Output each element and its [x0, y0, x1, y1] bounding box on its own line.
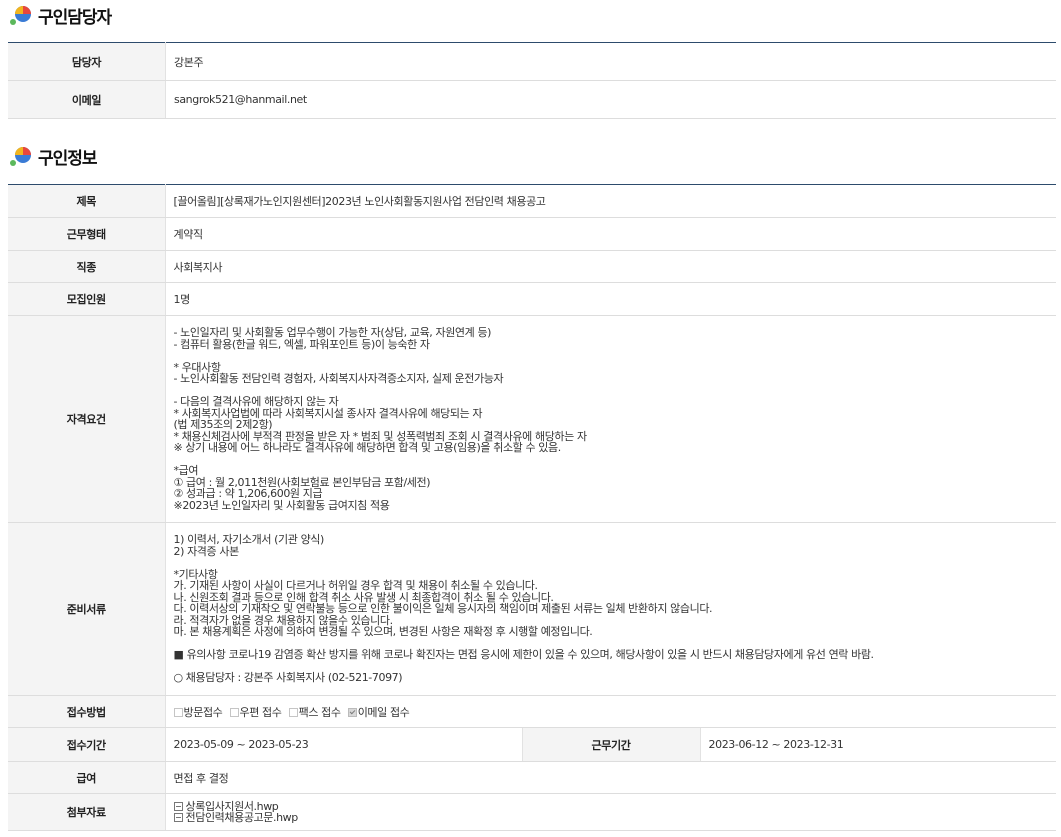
- method-option-mail[interactable]: 우편 접수: [229, 706, 282, 719]
- application-period: 2023-05-09 ~ 2023-05-23: [165, 727, 522, 762]
- table-row: 직종 사회복지사: [8, 250, 1057, 283]
- table-row: 첨부자료 상록입사지원서.hwp 전담인력채용공고문.hwp: [8, 793, 1057, 831]
- employment-type: 계약직: [165, 217, 1057, 251]
- manager-name: 강본주: [165, 42, 1056, 81]
- qualifications-text: - 노인일자리 및 사회활동 업무수행이 가능한 자(상담, 교육, 자원연계 …: [165, 315, 1057, 523]
- salary: 면접 후 결정: [165, 761, 1057, 794]
- manager-email: sangrok521@hanmail.net: [165, 80, 1056, 119]
- method-option-visit[interactable]: 방문접수: [173, 706, 223, 719]
- row-label: 제목: [8, 184, 166, 218]
- recruiter-table: 담당자 강본주 이메일 sangrok521@hanmail.net: [8, 42, 1056, 119]
- row-label: 모집인원: [8, 282, 166, 316]
- row-label: 접수기간: [8, 727, 166, 762]
- section-logo-icon: [10, 147, 31, 166]
- row-label: 근무기간: [521, 727, 701, 762]
- row-label: 담당자: [8, 42, 166, 81]
- checkbox-icon: [173, 707, 183, 717]
- row-label: 자격요건: [8, 315, 166, 523]
- table-row: 접수기간 2023-05-09 ~ 2023-05-23 근무기간 2023-0…: [8, 727, 1057, 762]
- method-option-email[interactable]: 이메일 접수: [347, 706, 410, 719]
- table-row: 자격요건 - 노인일자리 및 사회활동 업무수행이 가능한 자(상담, 교육, …: [8, 315, 1057, 523]
- occupation: 사회복지사: [165, 250, 1057, 283]
- table-row: 접수방법 방문접수 우편 접수 팩스 접수 이메일 접수: [8, 695, 1057, 728]
- table-row: 급여 면접 후 결정: [8, 761, 1057, 794]
- headcount: 1명: [165, 282, 1057, 316]
- job-info-table: 제목 [끌어올림][상록재가노인지원센터]2023년 노인사회활동지원사업 전담…: [8, 184, 1057, 831]
- row-label: 접수방법: [8, 695, 166, 728]
- file-icon: [173, 813, 183, 822]
- job-title: [끌어올림][상록재가노인지원센터]2023년 노인사회활동지원사업 전담인력 …: [165, 184, 1057, 218]
- row-label: 첨부자료: [8, 793, 166, 831]
- attachments-cell: 상록입사지원서.hwp 전담인력채용공고문.hwp: [165, 793, 1057, 831]
- section-title-text: 구인정보: [38, 148, 98, 169]
- checkbox-icon: [229, 707, 239, 717]
- attachment-link[interactable]: 전담인력채용공고문.hwp: [173, 812, 1057, 823]
- checkbox-icon: [288, 707, 298, 717]
- documents-text: 1) 이력서, 자기소개서 (기관 양식) 2) 자격증 사본 *기타사항 가.…: [165, 522, 1057, 696]
- section-logo-icon: [10, 6, 31, 25]
- method-option-fax[interactable]: 팩스 접수: [288, 706, 341, 719]
- checkbox-checked-icon: [347, 707, 357, 717]
- application-method-options: 방문접수 우편 접수 팩스 접수 이메일 접수: [165, 695, 1057, 728]
- table-row: 이메일 sangrok521@hanmail.net: [8, 80, 1056, 119]
- page: 구인담당자 담당자 강본주 이메일 sangrok521@hanmail.net…: [0, 0, 1061, 837]
- table-row: 준비서류 1) 이력서, 자기소개서 (기관 양식) 2) 자격증 사본 *기타…: [8, 522, 1057, 696]
- recruiter-section-title: 구인담당자: [8, 2, 112, 28]
- file-icon: [173, 802, 183, 811]
- table-row: 담당자 강본주: [8, 42, 1056, 81]
- row-label: 직종: [8, 250, 166, 283]
- job-section-title: 구인정보: [8, 143, 98, 169]
- table-row: 모집인원 1명: [8, 282, 1057, 316]
- table-row: 근무형태 계약직: [8, 217, 1057, 251]
- section-title-text: 구인담당자: [38, 7, 112, 28]
- row-label: 급여: [8, 761, 166, 794]
- row-label: 근무형태: [8, 217, 166, 251]
- row-label: 이메일: [8, 80, 166, 119]
- attachment-link[interactable]: 상록입사지원서.hwp: [173, 801, 1057, 812]
- row-label: 준비서류: [8, 522, 166, 696]
- table-row: 제목 [끌어올림][상록재가노인지원센터]2023년 노인사회활동지원사업 전담…: [8, 184, 1057, 218]
- work-period: 2023-06-12 ~ 2023-12-31: [700, 727, 1057, 762]
